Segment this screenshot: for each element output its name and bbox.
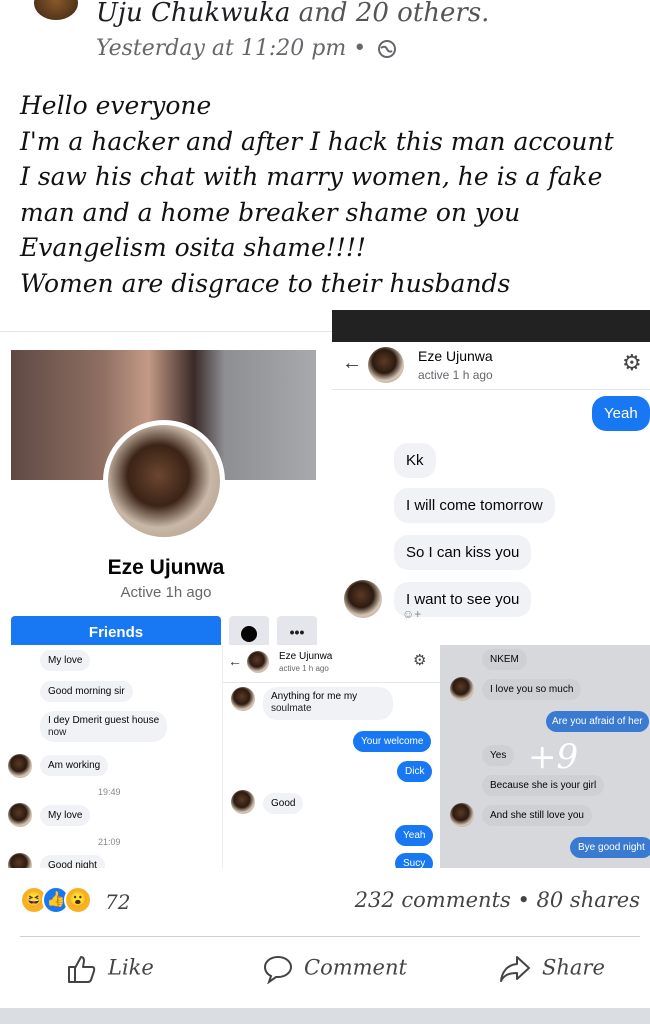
sender-avatar	[231, 790, 255, 814]
like-icon	[68, 956, 96, 983]
comment-icon	[263, 955, 293, 985]
contact-status: active 1 h ago	[418, 368, 493, 382]
sender-avatar	[450, 803, 474, 827]
reaction-count[interactable]: 72	[105, 890, 130, 914]
photo-collage[interactable]: Eze Ujunwa Active 1h ago Friends ••• ← E…	[0, 310, 650, 868]
message-out: Dick	[397, 761, 433, 782]
share-button[interactable]: Share	[498, 954, 605, 990]
message-in: Because she is your girl	[482, 775, 605, 796]
author-name[interactable]: Uju Chukwuka	[96, 0, 290, 28]
message-out: Your welcome	[353, 731, 432, 752]
message-in: Good night	[40, 855, 105, 868]
message-in: Kk	[394, 443, 436, 478]
message-out: Yeah	[395, 825, 434, 846]
contact-avatar	[247, 651, 269, 673]
message-in: I will come tomorrow	[394, 488, 555, 523]
sender-avatar	[8, 853, 32, 868]
post-line: man and a home breaker shame on you	[20, 197, 521, 227]
message-in-cont: soulmate	[271, 703, 312, 714]
contact-name: Eze Ujunwa	[418, 348, 493, 364]
globe-icon	[378, 40, 397, 58]
message-time: 21:09	[98, 837, 121, 847]
divider	[20, 936, 640, 937]
sender-avatar	[231, 687, 255, 711]
like-button[interactable]: Like	[66, 954, 154, 990]
share-label: Share	[542, 955, 605, 980]
friends-button: Friends	[11, 616, 221, 645]
more-photos-count[interactable]: +9	[528, 737, 578, 777]
profile-active-status: Active 1h ago	[120, 584, 212, 601]
message-in: I love you so much	[482, 679, 582, 700]
message-out: Bye good night	[570, 837, 650, 858]
post-body: Hello everyone I'm a hacker and after I …	[20, 88, 645, 301]
message-in: And she still love you	[482, 805, 592, 826]
chat-screenshot-middle[interactable]: ← Eze Ujunwa active 1 h ago ⚙ Anything f…	[222, 645, 440, 868]
post-line: Women are disgrace to their husbands	[20, 268, 511, 298]
like-label: Like	[108, 955, 154, 980]
message-in: NKEM	[482, 649, 527, 670]
back-arrow-icon: ←	[228, 653, 242, 669]
gear-icon: ⚙	[622, 350, 642, 375]
bottom-separator	[0, 1008, 650, 1024]
contact-avatar	[368, 347, 404, 383]
comment-label: Comment	[304, 955, 407, 980]
back-arrow-icon: ←	[342, 352, 362, 374]
message-in: My love	[40, 805, 91, 826]
contact-status: active 1 h ago	[279, 664, 329, 673]
contact-name: Eze Ujunwa	[279, 651, 333, 662]
friends-label: Friends	[88, 624, 144, 641]
post-line: Evangelism osita shame!!!!	[20, 233, 366, 262]
more-button: •••	[277, 616, 317, 645]
chat-header: ← Eze Ujunwa active 1 h ago ⚙	[223, 645, 440, 683]
sender-avatar	[8, 754, 32, 778]
share-icon	[500, 956, 530, 982]
post-line: Hello everyone	[20, 91, 212, 120]
profile-topbar	[0, 310, 332, 332]
message-in: Yes	[482, 745, 515, 766]
chat-screenshot-main[interactable]: ← Eze Ujunwa active 1 h ago ⚙ Yeah Kk I …	[332, 310, 650, 645]
message-in-cont: now	[48, 727, 67, 738]
message-in: My love	[40, 650, 91, 671]
profile-picture	[103, 420, 225, 542]
messenger-button	[229, 616, 269, 645]
wow-reaction-icon: 😮	[64, 886, 92, 914]
message-in: Am working	[40, 755, 109, 776]
message-out: Are you afraid of her	[546, 711, 649, 732]
chat-screenshot-right[interactable]: NKEM I love you so much Are you afraid o…	[440, 645, 650, 868]
add-reaction-icon: ☺+	[402, 607, 422, 621]
others-link[interactable]: and 20 others.	[299, 0, 490, 28]
message-in: So I can kiss you	[394, 535, 532, 570]
sender-avatar	[344, 580, 382, 618]
comments-shares-count[interactable]: 232 comments • 80 shares	[355, 888, 640, 912]
message-in: Good	[263, 793, 304, 814]
comment-button[interactable]: Comment	[262, 954, 407, 990]
profile-name: Eze Ujunwa	[107, 556, 225, 579]
post-line: I saw his chat with marry women, he is a…	[20, 162, 603, 191]
post-line: I'm a hacker and after I hack this man a…	[20, 126, 614, 156]
sender-avatar	[8, 803, 32, 827]
message-out: Yeah	[592, 396, 650, 431]
message-time: 19:49	[98, 787, 121, 797]
chat-topbar	[332, 310, 650, 342]
chat-header: ← Eze Ujunwa active 1 h ago ⚙	[332, 342, 650, 390]
profile-screenshot[interactable]: Eze Ujunwa Active 1h ago Friends •••	[0, 310, 332, 645]
message-out: Sucy	[395, 853, 434, 868]
message-in: Good morning sir	[40, 681, 133, 702]
messenger-icon	[241, 626, 257, 642]
author-avatar[interactable]	[34, 0, 78, 20]
post-timestamp[interactable]: Yesterday at 11:20 pm •	[96, 36, 397, 61]
chat-screenshot-left[interactable]: My love Good morning sir I dey Dmerit gu…	[0, 645, 222, 868]
tagged-names[interactable]: Uju Chukwuka and 20 others.	[96, 0, 489, 28]
sender-avatar	[450, 677, 474, 701]
post-header: Uju Chukwuka and 20 others. Yesterday at…	[0, 0, 650, 80]
gear-icon: ⚙	[413, 652, 427, 669]
timestamp-text: Yesterday at 11:20 pm •	[96, 36, 367, 61]
